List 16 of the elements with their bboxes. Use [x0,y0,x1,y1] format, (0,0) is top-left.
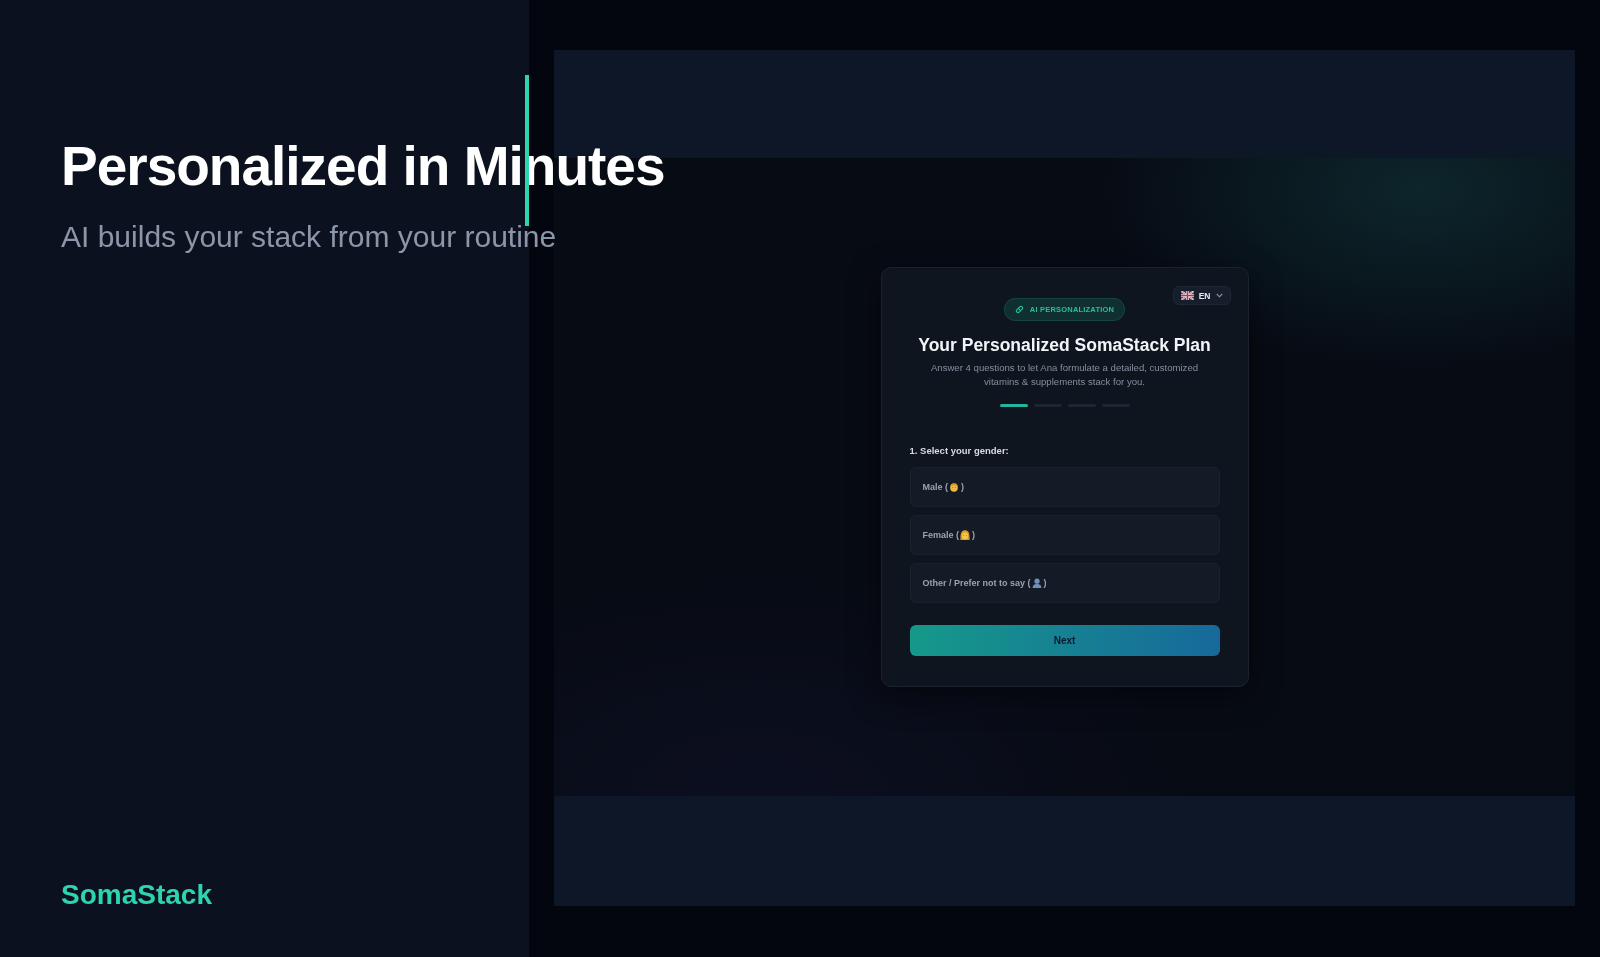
answer-option[interactable]: Female ( ) [909,515,1220,555]
question-label: 1. Select your gender: [909,445,1009,456]
person-silhouette-icon [1031,578,1042,588]
chevron-down-icon [1215,293,1223,298]
card-description: Answer 4 questions to let Ana formulate a detailed, customized vitamins & supplements stack for you. [929,361,1200,389]
card-title: Your Personalized SomaStack Plan [918,334,1211,356]
answer-option[interactable]: Male ( ) [909,467,1220,507]
hero-subtitle: AI builds your stack from your routine [61,219,557,255]
man-emoji-icon [949,482,959,492]
next-button[interactable]: Next [909,625,1220,656]
answer-option[interactable]: Other / Prefer not to say ( ) [909,563,1220,603]
capsule-icon [1014,305,1024,314]
woman-emoji-icon [960,530,970,540]
uk-flag-icon [1180,291,1194,300]
language-selector[interactable]: EN [1172,286,1231,305]
brand-logo: SomaStack [61,878,212,912]
